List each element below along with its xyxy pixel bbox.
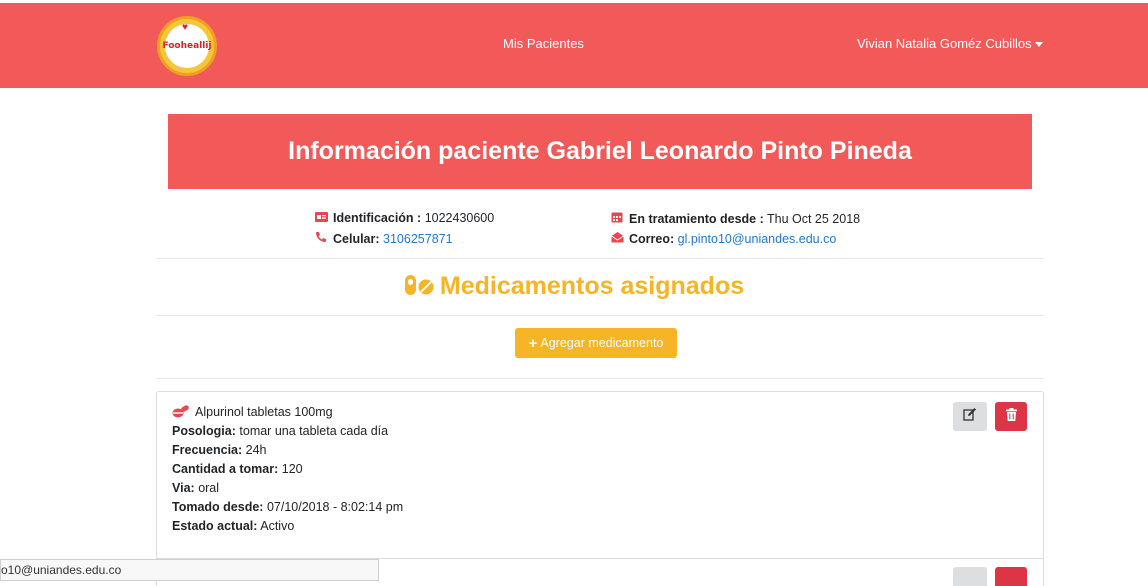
medication-via-row: Via: oral xyxy=(172,481,219,495)
medication-posologia-row: Posologia: tomar una tableta cada día xyxy=(172,424,388,438)
medication-desde-row: Tomado desde: 07/10/2018 - 8:02:14 pm xyxy=(172,500,403,514)
patient-id-value: 1022430600 xyxy=(424,211,495,225)
patient-id-row: Identificación : 1022430600 xyxy=(315,211,494,225)
divider xyxy=(156,258,1044,259)
calendar-icon xyxy=(611,211,625,226)
patient-banner: Información paciente Gabriel Leonardo Pi… xyxy=(168,114,1032,189)
nav-link-my-patients[interactable]: Mis Pacientes xyxy=(503,36,584,51)
delete-medication-button[interactable] xyxy=(995,402,1027,431)
desde-value: 07/10/2018 - 8:02:14 pm xyxy=(266,500,404,514)
delete-medication-button[interactable] xyxy=(995,567,1027,586)
add-medication-button[interactable]: + Agregar medicamento xyxy=(515,328,677,358)
browser-status-bar: o10@uniandes.edu.co xyxy=(0,559,379,581)
trash-icon xyxy=(1005,407,1017,426)
status-url: o10@uniandes.edu.co xyxy=(1,563,122,577)
patient-email-row: Correo: gl.pinto10@uniandes.edu.co xyxy=(611,231,836,246)
medications-title-text: Medicamentos asignados xyxy=(439,272,745,300)
patient-email-link[interactable]: gl.pinto10@uniandes.edu.co xyxy=(678,232,837,246)
page-title: Información paciente Gabriel Leonardo Pi… xyxy=(288,137,912,165)
medication-frecuencia-row: Frecuencia: 24h xyxy=(172,443,267,457)
via-label: Via: xyxy=(172,481,195,495)
patient-since-label: En tratamiento desde : xyxy=(629,212,764,226)
logo-badge: ♥ Fooheallij xyxy=(162,22,212,68)
medication-cantidad-row: Cantidad a tomar: 120 xyxy=(172,462,303,476)
medications-section-title: Medicamentos asignados xyxy=(0,272,1148,304)
pill-icon xyxy=(172,405,190,423)
patient-email-label: Correo: xyxy=(629,232,675,246)
user-menu-dropdown[interactable]: Vivian Natalia Goméz Cubillos xyxy=(857,36,1043,51)
caret-down-icon xyxy=(1034,42,1043,48)
divider xyxy=(156,378,1044,379)
patient-since-value: Thu Oct 25 2018 xyxy=(767,212,861,226)
cantidad-value: 120 xyxy=(281,462,303,476)
add-medication-label: Agregar medicamento xyxy=(540,336,664,350)
edit-icon xyxy=(963,407,977,426)
patient-phone-label: Celular: xyxy=(333,232,380,246)
posologia-label: Posologia: xyxy=(172,424,236,438)
phone-icon xyxy=(315,231,329,246)
id-card-icon xyxy=(315,211,329,225)
envelope-open-icon xyxy=(611,231,625,246)
posologia-value: tomar una tableta cada día xyxy=(239,424,389,438)
user-name: Vivian Natalia Goméz Cubillos xyxy=(857,36,1032,51)
patient-phone-row: Celular: 3106257871 xyxy=(315,231,453,246)
plus-icon: + xyxy=(528,334,538,352)
estado-value: Activo xyxy=(260,519,295,533)
pills-icon xyxy=(404,273,434,304)
medication-name: Alpurinol tabletas 100mg xyxy=(195,405,333,419)
edit-medication-button[interactable] xyxy=(953,402,987,431)
patient-phone-link[interactable]: 3106257871 xyxy=(383,232,453,246)
logo-text: Fooheallij xyxy=(162,41,212,51)
patient-since-row: En tratamiento desde : Thu Oct 25 2018 xyxy=(611,211,860,226)
via-value: oral xyxy=(198,481,220,495)
estado-label: Estado actual: xyxy=(172,519,258,533)
frecuencia-value: 24h xyxy=(245,443,267,457)
edit-medication-button[interactable] xyxy=(953,567,987,586)
patient-id-label: Identificación : xyxy=(333,211,422,225)
app-logo[interactable]: ♥ Fooheallij xyxy=(157,16,217,76)
cantidad-label: Cantidad a tomar: xyxy=(172,462,279,476)
navbar: ♥ Fooheallij Mis Pacientes Vivian Natali… xyxy=(0,3,1148,88)
heart-icon: ♥ xyxy=(182,22,188,33)
divider xyxy=(156,315,1044,316)
medication-estado-row: Estado actual: Activo xyxy=(172,519,294,533)
desde-label: Tomado desde: xyxy=(172,500,264,514)
frecuencia-label: Frecuencia: xyxy=(172,443,243,457)
